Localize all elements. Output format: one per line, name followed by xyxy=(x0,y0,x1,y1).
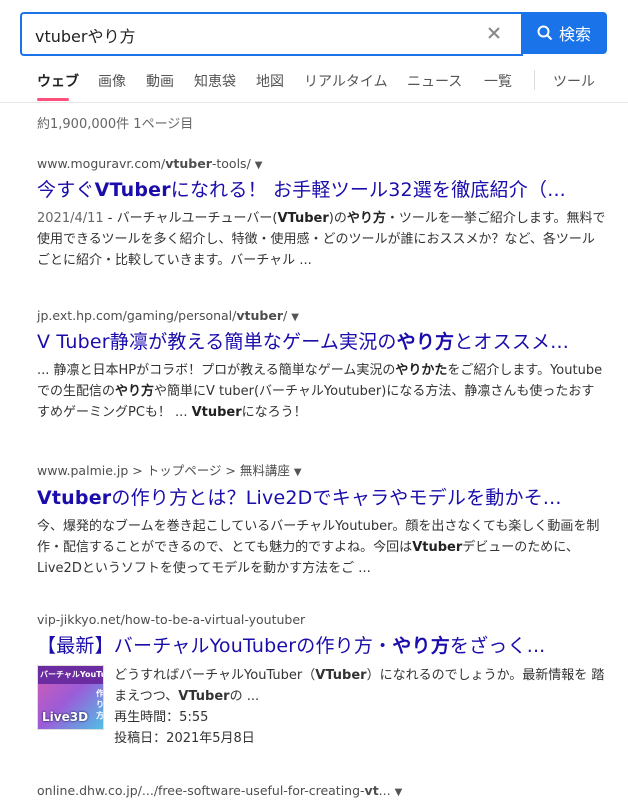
video-posted-date: 投稿日：2021年5月8日 xyxy=(114,731,255,746)
result-stats: 約1,900,000件 1ページ目 xyxy=(37,117,194,132)
url-highlight: vtuber xyxy=(165,156,212,171)
url-text: ... xyxy=(378,783,391,798)
url-text: online.dhw.co.jp/.../free-software-usefu… xyxy=(37,783,365,798)
title-highlight: VTuber xyxy=(94,179,171,201)
snippet-text: になろう！ xyxy=(241,405,307,420)
url-text: www.palmie.jp > トップページ > 無料講座 xyxy=(37,463,290,478)
result-snippet: 2021/4/11 - バーチャルユーチューバー(VTuber)のやり方・ツール… xyxy=(37,208,607,271)
search-input[interactable]: vtuberやり方 xyxy=(20,12,523,56)
search-bar: vtuberやり方 検索 xyxy=(20,12,607,56)
search-result: jp.ext.hp.com/gaming/personal/vtuber/▼ V… xyxy=(37,308,607,423)
caret-down-icon[interactable]: ▼ xyxy=(294,467,302,478)
tab-maps[interactable]: 地図 xyxy=(256,71,284,91)
video-meta: どうすればバーチャルYouTuber（VTuber）になれるのでしょうか。最新情… xyxy=(114,665,607,749)
clear-icon[interactable] xyxy=(482,21,506,45)
search-result: www.moguravr.com/vtuber-tools/▼ 今すぐVTube… xyxy=(37,156,607,271)
search-result: www.palmie.jp > トップページ > 無料講座 ▼ Vtuberの作り… xyxy=(37,460,607,579)
url-highlight: vtuber xyxy=(236,308,283,323)
result-title[interactable]: 今すぐVTuberになれる！ お手軽ツール32選を徹底紹介（... xyxy=(37,177,607,203)
snippet-highlight: VTuber xyxy=(277,211,329,226)
title-text: の作り方とは？Live2Dでキャラやモデルを動かそ... xyxy=(111,487,562,509)
result-url[interactable]: vip-jikkyo.net/how-to-be-a-virtual-youtu… xyxy=(37,612,607,627)
snippet-highlight: VTuber xyxy=(178,689,230,704)
video-result: バーチャルYouTuber 作り方 Live3D どうすればバーチャルYouTu… xyxy=(37,665,607,749)
result-url[interactable]: www.moguravr.com/vtuber-tools/ ▼ xyxy=(37,156,607,171)
caret-down-icon[interactable]: ▼ xyxy=(395,787,403,798)
tab-videos[interactable]: 動画 xyxy=(146,71,174,91)
result-date: 2021/4/11 xyxy=(37,211,104,226)
thumbnail-text: Live3D xyxy=(42,710,89,724)
snippet-text: ... 静凛と日本HPがコラボ！プロが教える簡単なゲーム実況の xyxy=(37,363,396,378)
tab-realtime[interactable]: リアルタイム xyxy=(304,71,388,91)
url-text: / xyxy=(283,308,288,323)
search-result: vip-jikkyo.net/how-to-be-a-virtual-youtu… xyxy=(37,612,607,749)
title-text: をざっく... xyxy=(449,635,546,657)
tab-news[interactable]: ニュース xyxy=(407,71,462,91)
snippet-highlight: Vtuber xyxy=(191,405,242,420)
search-button[interactable]: 検索 xyxy=(521,12,607,54)
title-text: 今すぐ xyxy=(37,179,95,201)
title-text: とオススメ... xyxy=(454,331,569,353)
video-thumbnail[interactable]: バーチャルYouTuber 作り方 Live3D xyxy=(37,665,105,730)
url-highlight: vt xyxy=(364,783,379,798)
video-description: どうすればバーチャルYouTuber（VTuber）になれるのでしょうか。最新情… xyxy=(114,665,607,707)
snippet-highlight: やりかた xyxy=(395,363,448,378)
caret-down-icon[interactable]: ▼ xyxy=(255,160,263,171)
thumbnail-text: バーチャルYouTuber xyxy=(40,670,103,679)
video-duration: 再生時間：5:55 xyxy=(114,710,209,725)
snippet-highlight: やり方 xyxy=(346,211,386,226)
thumbnail-text: 作り方 xyxy=(96,689,104,720)
result-snippet: 今、爆発的なブームを巻き起こしているバーチャルYoutuber。顔を出さなくても… xyxy=(37,516,607,579)
result-title[interactable]: V Tuber静凛が教える簡単なゲーム実況のやり方とオススメ... xyxy=(37,329,607,355)
url-text: jp.ext.hp.com/gaming/personal/ xyxy=(37,308,237,323)
title-text: 【最新】バーチャルYouTuberの作り方・ xyxy=(37,635,393,657)
result-url[interactable]: online.dhw.co.jp/.../free-software-usefu… xyxy=(37,783,607,798)
result-title[interactable]: 【最新】バーチャルYouTuberの作り方・やり方をざっく... xyxy=(37,633,607,659)
url-text: -tools/ xyxy=(211,156,251,171)
snippet-text: )の xyxy=(328,211,347,226)
result-url[interactable]: www.palmie.jp > トップページ > 無料講座 ▼ xyxy=(37,460,607,479)
tab-chiebukuro[interactable]: 知恵袋 xyxy=(194,71,236,91)
search-button-label: 検索 xyxy=(558,25,591,44)
result-snippet: ... 静凛と日本HPがコラボ！プロが教える簡単なゲーム実況のやりかたをご紹介し… xyxy=(37,360,607,423)
result-title[interactable]: Vtuberの作り方とは？Live2Dでキャラやモデルを動かそ... xyxy=(37,485,607,511)
caret-down-icon[interactable]: ▼ xyxy=(291,312,299,323)
search-icon xyxy=(537,25,553,41)
tab-divider xyxy=(534,70,535,90)
title-text: になれる！ お手軽ツール32選を徹底紹介（... xyxy=(170,179,566,201)
snippet-highlight: Vtuber xyxy=(412,540,463,555)
snippet-text: の ... xyxy=(229,689,260,704)
tab-images[interactable]: 画像 xyxy=(98,71,126,91)
search-result: online.dhw.co.jp/.../free-software-usefu… xyxy=(37,783,607,798)
search-query[interactable]: vtuberやり方 xyxy=(35,23,135,47)
active-tab-indicator xyxy=(37,98,69,101)
title-highlight: Vtuber xyxy=(37,487,112,509)
result-url[interactable]: jp.ext.hp.com/gaming/personal/vtuber/▼ xyxy=(37,308,607,323)
snippet-text: どうすればバーチャルYouTuber（ xyxy=(114,668,316,683)
search-tabs: ウェブ 画像 動画 知恵袋 地図 リアルタイム ニュース 一覧 ツール xyxy=(0,62,628,103)
url-text: www.moguravr.com/ xyxy=(37,156,166,171)
tab-list[interactable]: 一覧 xyxy=(484,71,512,91)
snippet-highlight: VTuber xyxy=(315,668,367,683)
snippet-text: - バーチャルユーチューバー( xyxy=(103,211,278,226)
tab-tools[interactable]: ツール xyxy=(553,71,595,91)
title-highlight: やり方 xyxy=(392,635,450,657)
title-text: V Tuber静凛が教える簡単なゲーム実況の xyxy=(37,331,397,353)
title-highlight: やり方 xyxy=(396,331,455,353)
snippet-highlight: やり方 xyxy=(115,384,155,399)
tab-web[interactable]: ウェブ xyxy=(37,71,79,91)
